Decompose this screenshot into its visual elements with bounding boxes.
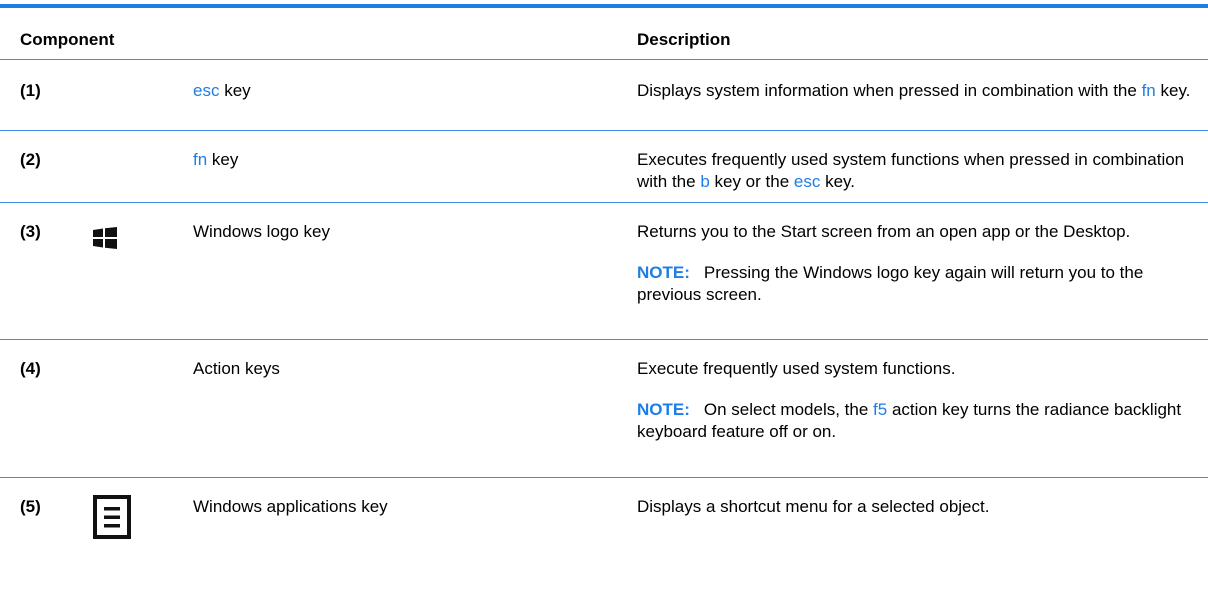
component-name: Windows applications key xyxy=(193,497,388,516)
row-number: (4) xyxy=(20,359,41,378)
table-header: Component Description xyxy=(0,8,1208,60)
component-name: esc key xyxy=(193,80,251,102)
desc-text: key or the xyxy=(709,172,794,191)
component-description: Executes frequently used system function… xyxy=(637,149,1197,193)
component-description: Displays a shortcut menu for a selected … xyxy=(637,496,1197,518)
component-name: Action keys xyxy=(193,359,280,378)
row-number: (1) xyxy=(20,81,41,100)
key-name: esc xyxy=(193,81,220,100)
key-name: b xyxy=(700,172,710,191)
desc-text: Displays a shortcut menu for a selected … xyxy=(637,497,990,516)
row-number: (3) xyxy=(20,222,41,241)
table-row: (1) esc key Displays system information … xyxy=(0,60,1208,130)
header-description: Description xyxy=(637,30,731,49)
keys-table: Component Description (1) esc key Displa… xyxy=(0,0,1208,592)
key-suffix: key xyxy=(219,81,251,100)
desc-text: Returns you to the Start screen from an … xyxy=(637,222,1131,241)
header-component: Component xyxy=(20,30,115,49)
row-number: (2) xyxy=(20,150,41,169)
component-description: Displays system information when pressed… xyxy=(637,80,1197,102)
applications-key-icon xyxy=(92,494,132,545)
key-name: fn xyxy=(193,150,208,169)
key-suffix: key xyxy=(207,150,239,169)
note-text: On select models, the xyxy=(703,400,874,419)
table-row: (4) Action keys Execute frequently used … xyxy=(0,340,1208,477)
key-name: esc xyxy=(793,172,821,191)
component-description: Returns you to the Start screen from an … xyxy=(637,221,1197,306)
component-description: Execute frequently used system functions… xyxy=(637,358,1197,443)
note-label: NOTE: xyxy=(637,263,690,282)
windows-logo-icon xyxy=(92,227,118,254)
key-name: fn xyxy=(1141,81,1156,100)
note-text: Pressing the Windows logo key again will… xyxy=(637,263,1144,304)
desc-text: Execute frequently used system functions… xyxy=(637,359,956,378)
note: NOTE: Pressing the Windows logo key again… xyxy=(637,262,1197,306)
row-number: (5) xyxy=(20,497,41,516)
component-name: fn key xyxy=(193,149,238,171)
table-row: (2) fn key Executes frequently used syst… xyxy=(0,131,1208,202)
table-row: (3) Windows logo key Returns you to the … xyxy=(0,203,1208,339)
note: NOTE: On select models, the f5 action key… xyxy=(637,399,1197,443)
desc-text: key. xyxy=(820,172,855,191)
component-name: Windows logo key xyxy=(193,222,331,241)
key-name: f5 xyxy=(873,400,888,419)
note-label: NOTE: xyxy=(637,400,690,419)
table-row: (5) Windows applications key Displays a … xyxy=(0,478,1208,592)
desc-text: key. xyxy=(1155,81,1191,100)
desc-text: Displays system information when pressed… xyxy=(637,81,1142,100)
